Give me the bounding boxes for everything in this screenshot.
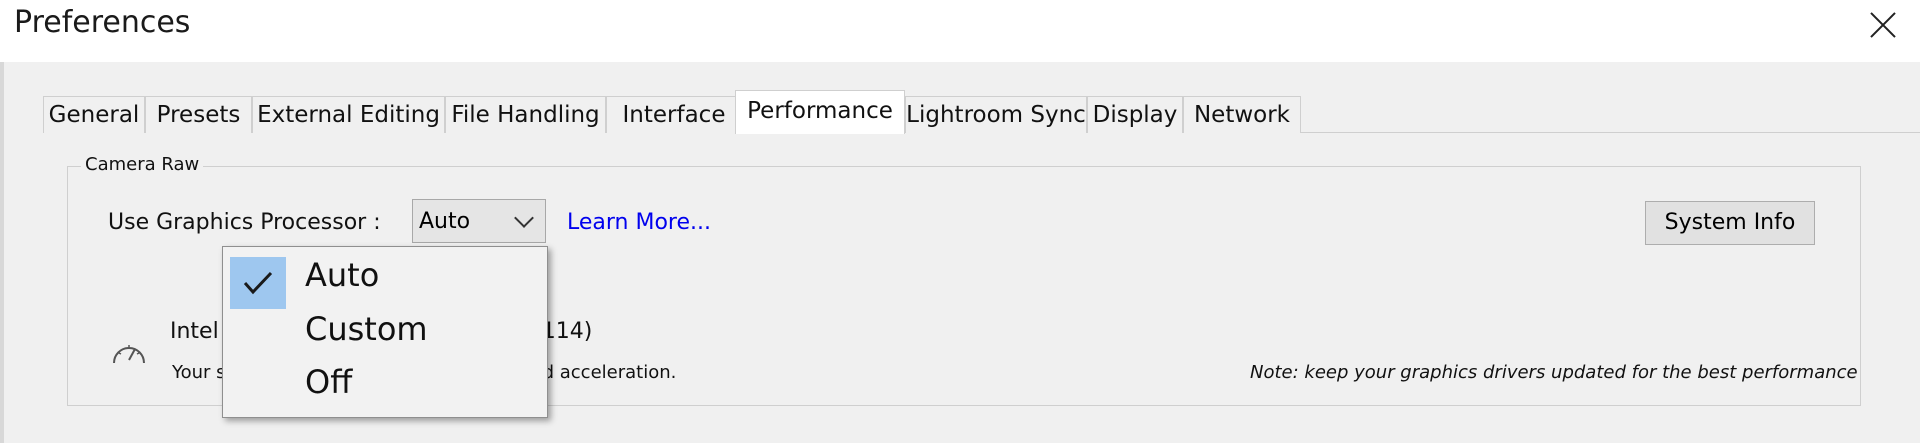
tab-file-handling[interactable]: File Handling: [445, 96, 606, 133]
driver-note: Note: keep your graphics drivers updated…: [1250, 362, 1858, 383]
selected-value: Auto: [419, 209, 471, 234]
tab-performance[interactable]: Performance: [735, 90, 905, 134]
window-edge: [0, 62, 4, 443]
group-label: Camera Raw: [81, 154, 204, 175]
graphics-processor-menu: Auto Custom Off: [222, 246, 548, 418]
tab-display[interactable]: Display: [1087, 96, 1183, 133]
menu-item-off[interactable]: Off: [223, 357, 547, 409]
learn-more-link[interactable]: Learn More...: [567, 210, 711, 235]
close-icon[interactable]: [1860, 8, 1904, 42]
graphics-processor-label: Use Graphics Processor :: [108, 210, 381, 235]
tab-interface[interactable]: Interface: [606, 96, 742, 133]
title-bar: Preferences: [0, 0, 1920, 62]
tab-presets[interactable]: Presets: [145, 96, 252, 133]
checkmark-icon: [230, 257, 286, 309]
menu-item-custom[interactable]: Custom: [223, 304, 547, 356]
menu-item-auto[interactable]: Auto: [223, 250, 547, 309]
tab-network[interactable]: Network: [1183, 96, 1301, 133]
window-title: Preferences: [14, 5, 191, 40]
menu-item-label: Custom: [305, 310, 428, 348]
tab-general[interactable]: General: [43, 96, 145, 133]
gauge-icon: [113, 345, 145, 364]
graphics-processor-select[interactable]: Auto: [412, 199, 546, 243]
system-info-button[interactable]: System Info: [1645, 201, 1815, 245]
chevron-down-icon: [514, 208, 534, 228]
menu-item-label: Off: [305, 363, 353, 401]
tab-lightroom-sync[interactable]: Lightroom Sync: [905, 96, 1087, 133]
tab-external-editing[interactable]: External Editing: [252, 96, 445, 133]
menu-item-label: Auto: [305, 256, 380, 294]
